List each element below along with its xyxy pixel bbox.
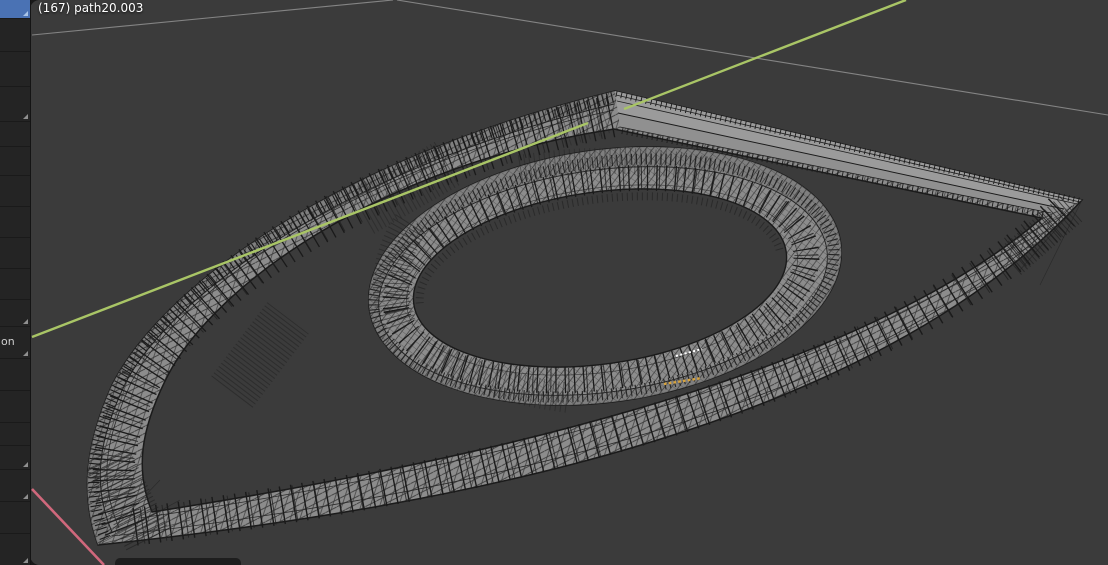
panel-resize-grip-icon[interactable] [23, 319, 28, 324]
sidebar-panel-block-4[interactable] [0, 122, 30, 146]
sidebar-panel-block-17[interactable] [0, 502, 30, 533]
panel-resize-grip-icon[interactable] [23, 558, 28, 563]
sidebar-panel-block-9[interactable] [0, 269, 30, 299]
panel-resize-grip-icon[interactable] [23, 462, 28, 467]
properties-sidebar[interactable]: on [0, 0, 31, 565]
3d-viewport[interactable]: (167) path20.003 [30, 0, 1108, 565]
panel-resize-grip-icon[interactable] [23, 494, 28, 499]
sidebar-panel-block-15[interactable] [0, 446, 30, 469]
sidebar-clipped-label: on [1, 335, 15, 348]
sidebar-panel-block-5[interactable] [0, 147, 30, 175]
sidebar-panel-block-18[interactable] [0, 534, 30, 565]
sidebar-panel-block-11[interactable]: on [0, 327, 30, 358]
sidebar-panel-block-3[interactable] [0, 87, 30, 121]
panel-resize-grip-icon[interactable] [23, 114, 28, 119]
sidebar-panel-block-14[interactable] [0, 423, 30, 445]
sidebar-panel-block-7[interactable] [0, 207, 30, 237]
viewport-background [30, 0, 1108, 565]
sidebar-panel-block-6[interactable] [0, 176, 30, 206]
viewport-scene [30, 0, 1108, 565]
panel-resize-grip-icon[interactable] [23, 351, 28, 356]
collapsed-operator-panel[interactable] [115, 558, 241, 565]
sidebar-panel-block-2[interactable] [0, 52, 30, 86]
sidebar-panel-block-12[interactable] [0, 359, 30, 390]
sidebar-panel-block-1[interactable] [0, 19, 30, 51]
sidebar-panel-block-10[interactable] [0, 300, 30, 326]
blender-window: (167) path20.003 on [0, 0, 1108, 565]
sidebar-panel-block-16[interactable] [0, 470, 30, 501]
panel-resize-grip-icon[interactable] [23, 11, 28, 16]
sidebar-panel-block-0[interactable] [0, 0, 30, 18]
sidebar-panel-block-8[interactable] [0, 238, 30, 268]
sidebar-panel-block-13[interactable] [0, 391, 30, 422]
